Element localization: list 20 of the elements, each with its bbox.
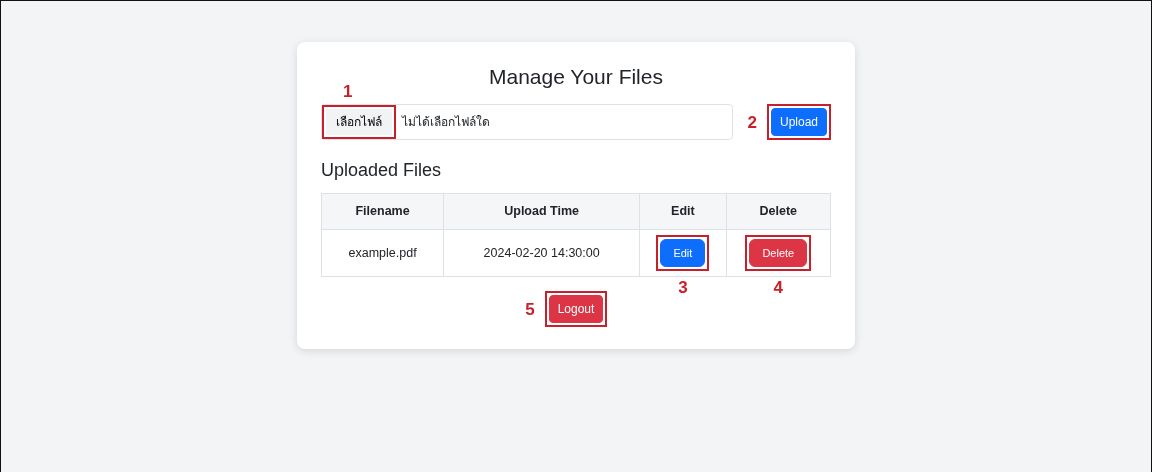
edit-button[interactable]: Edit — [660, 238, 706, 268]
choose-file-button[interactable]: เลือกไฟล์ — [326, 108, 392, 135]
delete-button[interactable]: Delete — [749, 238, 808, 268]
table-cell: example.pdf — [321, 229, 444, 277]
table-cell: 2024-02-20 14:30:00 — [443, 229, 640, 277]
upload-button[interactable]: Upload — [770, 107, 827, 136]
section-heading: Uploaded Files — [321, 159, 443, 182]
callout-number: 4 — [773, 279, 784, 297]
column-header: Delete — [726, 193, 831, 230]
callout-number: 1 — [343, 82, 353, 100]
column-header: Upload Time — [443, 193, 640, 230]
column-header: Edit — [639, 193, 727, 230]
callout-number: 2 — [747, 113, 757, 130]
file-status-text: ไม่ได้เลือกไฟล์ใด — [400, 113, 490, 131]
callout-number: 3 — [678, 279, 688, 297]
logout-button[interactable]: Logout — [548, 295, 604, 324]
callout-number: 5 — [525, 300, 535, 318]
file-input[interactable]: เลือกไฟล์ ไม่ได้เลือกไฟล์ใด — [321, 103, 733, 140]
column-header: Filename — [321, 193, 444, 230]
page-title: Manage Your Files — [489, 64, 663, 90]
